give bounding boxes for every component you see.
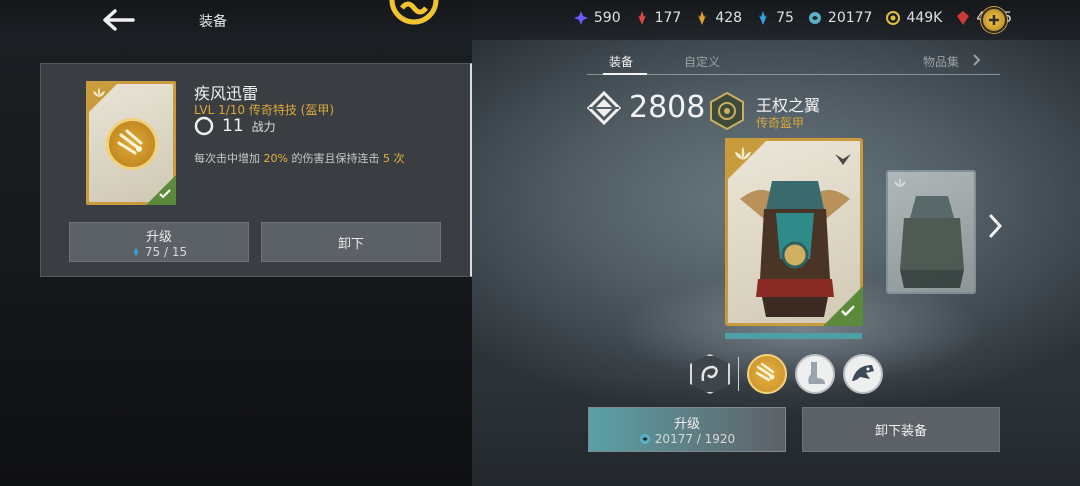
tab-equipment[interactable]: 装备 — [609, 53, 633, 70]
currency-value: 177 — [654, 10, 682, 26]
upgrade-cost: 75 / 15 — [131, 245, 187, 259]
equipped-armor-card[interactable] — [725, 138, 863, 326]
perk-upgrade-button[interactable]: 升级 75 / 15 — [69, 222, 249, 262]
add-currency-button[interactable] — [981, 7, 1007, 33]
desc-text: 的伤害且保持连击 — [287, 152, 383, 165]
card-highlight-bar — [725, 333, 862, 339]
steel-swirl-icon — [639, 433, 650, 445]
currency-item: 20177 — [808, 10, 873, 26]
next-item-arrow-icon[interactable] — [986, 212, 1006, 240]
steel-swirl-icon — [808, 12, 821, 24]
currency-item: 428 — [695, 10, 742, 26]
shard-purple-icon — [573, 11, 588, 25]
comet-strike-icon — [755, 362, 775, 382]
gear-score: 2808 — [587, 90, 705, 125]
check-icon — [159, 189, 171, 199]
button-label: 卸下装备 — [874, 424, 927, 439]
plus-icon — [989, 15, 999, 25]
faction-emblem-icon — [389, 0, 439, 25]
currency-item: 75 — [756, 10, 794, 26]
armor-upgrade-button[interactable]: 升级 20177 / 1920 — [588, 407, 786, 452]
currency-value: 590 — [593, 10, 621, 26]
currency-item: 177 — [635, 10, 682, 26]
currency-value: 428 — [715, 10, 743, 26]
button-label: 卸下 — [337, 236, 364, 252]
item-type: 传奇盔甲 — [756, 116, 805, 130]
lotus-icon — [735, 146, 751, 160]
perk-card[interactable] — [86, 81, 176, 205]
perk-slot-1[interactable] — [690, 354, 730, 394]
power-label: 战力 — [251, 119, 276, 134]
tab-item-sets[interactable]: 物品集 — [923, 53, 959, 70]
foot-kick-icon — [808, 362, 825, 384]
slot-divider — [738, 357, 739, 391]
top-bar: 装备 590 177 428 75 20177 449K — [0, 0, 1080, 40]
perk-unequip-button[interactable]: 卸下 — [261, 222, 441, 262]
desc-highlight: 5 次 — [382, 152, 405, 165]
desc-text: 每次击中增加 — [194, 152, 264, 165]
crystal-blue-icon — [133, 246, 139, 257]
check-icon — [841, 305, 855, 317]
spiral-strike-icon — [701, 365, 718, 382]
chevron-right-icon[interactable] — [973, 54, 981, 66]
armor-slot-icon — [710, 92, 744, 130]
currency-item: 590 — [573, 10, 621, 26]
armor-chest-icon — [740, 181, 850, 317]
perk-description: 每次击中增加 20% 的伤害且保持连击 5 次 — [194, 150, 404, 166]
desc-highlight: 20% — [263, 152, 288, 165]
button-label: 升级 — [145, 229, 172, 245]
alternate-armor-card[interactable] — [886, 170, 976, 294]
tab-customize[interactable]: 自定义 — [684, 53, 720, 70]
crystal-gold-icon — [698, 11, 707, 25]
page-title: 装备 — [199, 14, 227, 30]
active-tab-indicator — [603, 73, 647, 75]
perk-power: 11 战力 — [194, 116, 276, 136]
perk-slots — [690, 354, 883, 394]
cost-value: 20177 / 1920 — [654, 432, 736, 446]
crystal-red-icon — [637, 11, 646, 25]
back-button[interactable] — [98, 6, 138, 34]
crystal-blue-icon — [759, 11, 768, 25]
perk-medal — [106, 118, 158, 170]
item-name: 王权之翼 — [756, 96, 821, 115]
gear-score-icon — [587, 90, 621, 125]
cost-value: 75 / 15 — [144, 244, 188, 259]
armor-chest-icon — [900, 196, 964, 288]
chevron-down-icon[interactable] — [834, 153, 852, 167]
equipment-tabs: 装备 自定义 物品集 — [587, 45, 1000, 75]
currency-value: 75 — [776, 10, 794, 26]
coin-icon — [886, 11, 901, 25]
perk-slot-3[interactable] — [795, 354, 835, 394]
lotus-icon — [93, 87, 105, 97]
power-value: 11 — [222, 116, 244, 136]
currency-bar: 590 177 428 75 20177 449K 4325 — [573, 10, 1012, 26]
perk-slot-4[interactable] — [843, 354, 883, 394]
gem-red-icon — [957, 11, 970, 25]
lotus-icon — [894, 177, 906, 187]
dragon-head-icon — [852, 365, 874, 381]
currency-value: 20177 — [827, 10, 873, 26]
perk-detail-panel: 疾风迅雷 LVL 1/10 传奇特技 (盔甲) 11 战力 每次击中增加 20%… — [40, 63, 472, 277]
back-arrow-icon — [103, 9, 135, 31]
button-label: 升级 — [673, 417, 700, 432]
perk-slot-2[interactable] — [747, 354, 787, 394]
currency-value: 449K — [906, 10, 943, 26]
steel-swirl-icon — [194, 116, 214, 136]
upgrade-cost: 20177 / 1920 — [639, 432, 735, 446]
currency-item: 449K — [886, 10, 942, 26]
gear-score-value: 2808 — [629, 90, 706, 125]
comet-strike-icon — [117, 129, 143, 155]
armor-unequip-button[interactable]: 卸下装备 — [802, 407, 1000, 452]
